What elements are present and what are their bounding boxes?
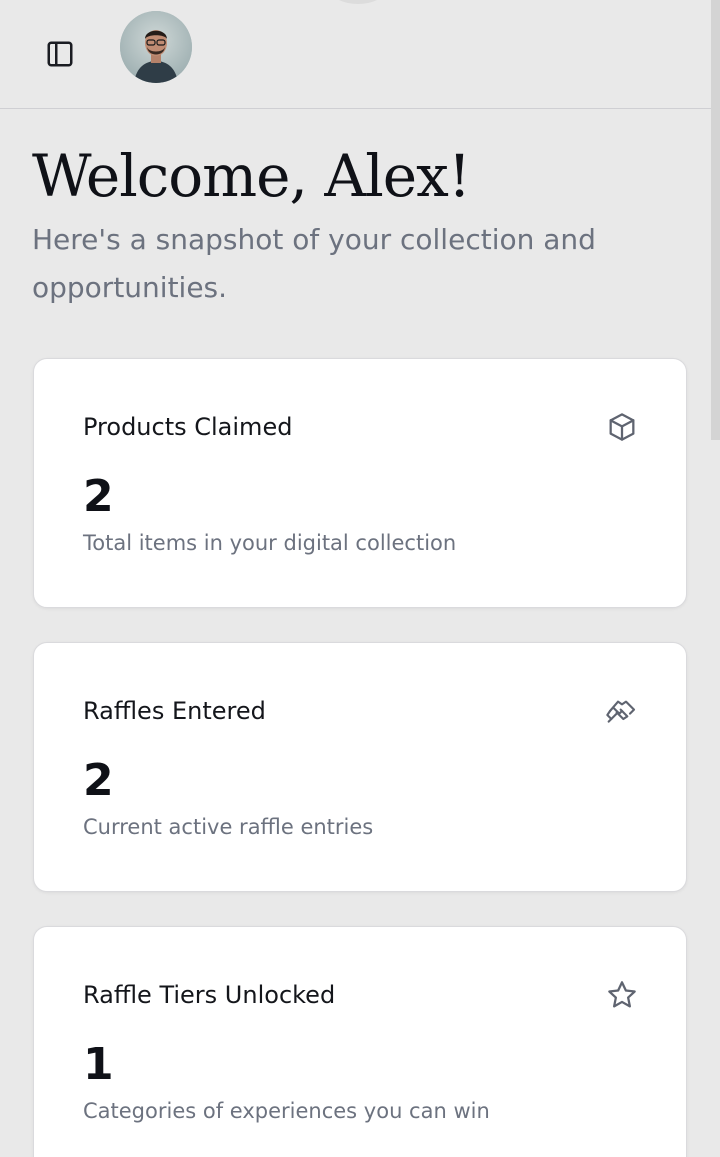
stat-card-title: Raffles Entered [83, 697, 266, 725]
stat-card-title: Products Claimed [83, 413, 293, 441]
stat-card-value: 2 [83, 471, 114, 522]
ticket-icon [604, 693, 640, 729]
user-avatar[interactable] [120, 11, 192, 83]
camera-notch [330, 0, 386, 4]
box-icon [604, 409, 640, 445]
stat-card-value: 1 [83, 1039, 114, 1090]
stat-card-raffle-tiers-unlocked[interactable]: Raffle Tiers Unlocked 1 Categories of ex… [33, 926, 687, 1157]
page-subtitle: Here's a snapshot of your collection and… [32, 223, 596, 304]
dashboard-page: Welcome, Alex! Here's a snapshot of your… [0, 0, 720, 1157]
stat-card-title: Raffle Tiers Unlocked [83, 981, 336, 1009]
star-icon [604, 977, 640, 1013]
stat-card-description: Total items in your digital collection [83, 531, 457, 555]
stat-card-products-claimed[interactable]: Products Claimed 2 Total items in your d… [33, 358, 687, 608]
scrollbar[interactable] [711, 0, 720, 440]
avatar-image-icon [120, 11, 192, 83]
sidebar-toggle-icon [47, 41, 73, 67]
page-title: Welcome, Alex! [32, 142, 471, 210]
top-bar [0, 0, 720, 109]
stat-card-description: Current active raffle entries [83, 815, 374, 839]
stat-card-value: 2 [83, 755, 114, 806]
stat-card-description: Categories of experiences you can win [83, 1099, 490, 1123]
sidebar-toggle-button[interactable] [36, 30, 84, 78]
stat-card-raffles-entered[interactable]: Raffles Entered 2 Current active raffle … [33, 642, 687, 892]
